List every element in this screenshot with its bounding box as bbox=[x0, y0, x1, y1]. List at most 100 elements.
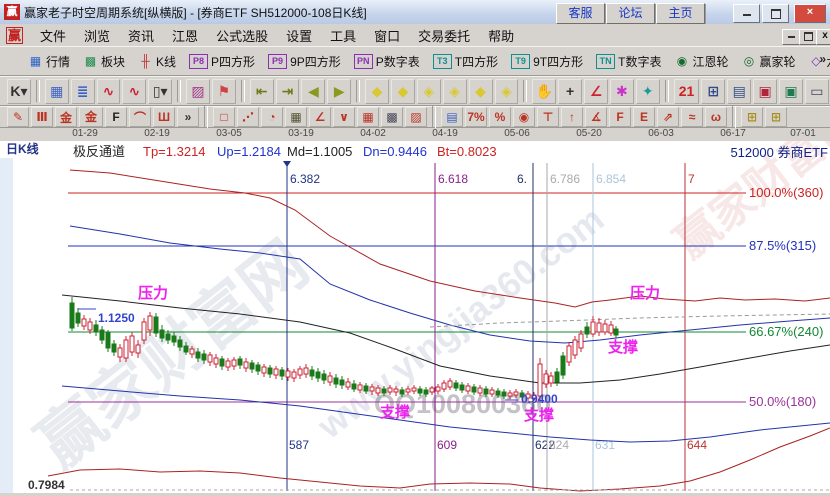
percent-seven-tool[interactable]: 7% bbox=[465, 107, 487, 127]
gold-circle-tool[interactable]: ◉ bbox=[513, 107, 535, 127]
crosshatch-tool[interactable]: ▦ bbox=[285, 107, 307, 127]
gold-bar-tool[interactable]: ⊤ bbox=[537, 107, 559, 127]
wave-tool[interactable]: ω bbox=[705, 107, 727, 127]
pattern-tool-icon[interactable]: ▨ bbox=[186, 79, 210, 104]
menu-tools[interactable]: 工具 bbox=[321, 24, 365, 47]
save-chart-icon[interactable]: ▣ bbox=[779, 79, 803, 104]
golden-section-tool[interactable]: 金 bbox=[55, 107, 77, 127]
child-minimize-button[interactable] bbox=[782, 29, 800, 45]
menu-gann[interactable]: 江恩 bbox=[163, 24, 207, 47]
next-bar-button[interactable]: ▶ bbox=[327, 79, 351, 104]
measure-tool[interactable]: ∠ bbox=[584, 79, 608, 104]
candle-body bbox=[609, 325, 613, 333]
parallel-lines-tool[interactable]: Ⅲ bbox=[31, 107, 53, 127]
t-number-table-button[interactable]: TNT数字表 bbox=[594, 52, 663, 71]
market-quotes-button[interactable]: ▦行情 bbox=[26, 52, 72, 71]
minimize-button[interactable] bbox=[733, 4, 760, 23]
gold-e-tool[interactable]: E bbox=[633, 107, 655, 127]
p-square-button[interactable]: P8P四方形 bbox=[187, 52, 257, 71]
intraday-chart-icon[interactable]: ∿ bbox=[97, 79, 121, 104]
hexagon-button-label: 六角形 bbox=[827, 53, 830, 70]
more-draw-tools-button[interactable]: » bbox=[177, 107, 199, 127]
fib-f-tool[interactable]: F bbox=[609, 107, 631, 127]
ray-fan-tool[interactable]: ⋰ bbox=[237, 107, 259, 127]
sector-tool[interactable]: ◔ bbox=[261, 107, 283, 127]
close-button[interactable]: × bbox=[794, 4, 826, 23]
yellow-grid-tool[interactable]: ⊞ bbox=[741, 107, 763, 127]
time-lines-tool[interactable]: Ш bbox=[153, 107, 175, 127]
zoom-diamond-1[interactable]: ◆ bbox=[365, 79, 389, 104]
kline-period-dropdown[interactable]: K▾ bbox=[7, 79, 31, 104]
child-restore-button[interactable] bbox=[799, 29, 817, 45]
golden-grid-tool[interactable]: 金 bbox=[79, 107, 103, 127]
p-number-table-button[interactable]: PNP数字表 bbox=[352, 52, 422, 71]
yellow-grid2-tool[interactable]: ⊞ bbox=[765, 107, 787, 127]
kline-button[interactable]: ╫K线 bbox=[136, 52, 178, 71]
menu-info[interactable]: 资讯 bbox=[119, 24, 163, 47]
restore-button[interactable] bbox=[762, 4, 789, 23]
arrow-candle-tool[interactable]: ↑ bbox=[561, 107, 583, 127]
v-line-tool[interactable]: ∨ bbox=[333, 107, 355, 127]
nine-t-square-button[interactable]: T99T四方形 bbox=[509, 52, 585, 71]
calculator-icon[interactable]: ⊞ bbox=[701, 79, 725, 104]
child-close-button[interactable]: x bbox=[816, 29, 830, 45]
angle-line-tool[interactable]: ∠ bbox=[309, 107, 331, 127]
menu-browse[interactable]: 浏览 bbox=[75, 24, 119, 47]
nine-p-square-button[interactable]: P99P四方形 bbox=[266, 52, 343, 71]
menu-trade[interactable]: 交易委托 bbox=[409, 24, 479, 47]
prev-bar-button[interactable]: ◀ bbox=[301, 79, 325, 104]
menu-help[interactable]: 帮助 bbox=[479, 24, 523, 47]
menu-file[interactable]: 文件 bbox=[31, 24, 75, 47]
crosshair-tool[interactable]: + bbox=[558, 79, 582, 104]
hand-tool[interactable]: ✋ bbox=[532, 79, 556, 104]
rect-tool[interactable]: □ bbox=[213, 107, 235, 127]
candle-body bbox=[328, 376, 332, 382]
hatch-tool[interactable]: ▨ bbox=[405, 107, 427, 127]
candle-body bbox=[142, 322, 146, 340]
zoom-diamond-5[interactable]: ◆ bbox=[469, 79, 493, 104]
arc-tool[interactable]: ⌒ bbox=[129, 107, 151, 127]
menu-formula-stockpick[interactable]: 公式选股 bbox=[207, 24, 277, 47]
service-button[interactable]: 客服 bbox=[556, 3, 605, 24]
notebook-icon[interactable]: ▤ bbox=[727, 79, 751, 104]
advance-tool[interactable]: ⇗ bbox=[657, 107, 679, 127]
gann-wheel-button[interactable]: ◉江恩轮 bbox=[672, 52, 730, 71]
smart-analysis-icon[interactable]: ✦ bbox=[636, 79, 660, 104]
candle-body bbox=[376, 388, 380, 393]
toolbar-overflow-button[interactable]: » bbox=[819, 52, 826, 66]
zoom-diamond-3[interactable]: ◈ bbox=[417, 79, 441, 104]
sector-board-button[interactable]: ▩板块 bbox=[81, 52, 127, 71]
percent-tool[interactable]: % bbox=[489, 107, 511, 127]
hexagon-button[interactable]: ◇六角形 bbox=[807, 52, 830, 71]
cycle-tool[interactable]: ✱ bbox=[610, 79, 634, 104]
candle-style-dropdown[interactable]: ▯▾ bbox=[148, 79, 172, 104]
pen-tool[interactable]: ✎ bbox=[7, 107, 29, 127]
printer-icon[interactable]: ▭ bbox=[805, 79, 829, 104]
calendar-icon[interactable]: 21 bbox=[674, 79, 700, 104]
volume-chart-icon[interactable]: ∿ bbox=[122, 79, 146, 104]
angle-a-tool[interactable]: ∡ bbox=[585, 107, 607, 127]
data-list-icon[interactable]: ▤ bbox=[441, 107, 463, 127]
zoom-diamond-6[interactable]: ◈ bbox=[495, 79, 519, 104]
fibonacci-tool[interactable]: F bbox=[105, 107, 127, 127]
winner-wheel-button[interactable]: ◎赢家轮 bbox=[739, 52, 797, 71]
candle-body bbox=[370, 387, 374, 391]
dark-grid-tool[interactable]: ▩ bbox=[381, 107, 403, 127]
t-square-button[interactable]: T3T四方形 bbox=[431, 52, 500, 71]
dense-grid-tool[interactable]: ▦ bbox=[357, 107, 379, 127]
forum-button[interactable]: 论坛 bbox=[606, 3, 655, 24]
chart-window-icon[interactable]: ▦ bbox=[45, 79, 69, 104]
zoom-diamond-4[interactable]: ◈ bbox=[443, 79, 467, 104]
zoom-diamond-2[interactable]: ◆ bbox=[391, 79, 415, 104]
signal-flag-icon[interactable]: ⚑ bbox=[212, 79, 236, 104]
left-gutter bbox=[0, 158, 13, 493]
menu-window[interactable]: 窗口 bbox=[365, 24, 409, 47]
channel-tool[interactable]: ≈ bbox=[681, 107, 703, 127]
indicator-header-item: Bt=0.8023 bbox=[437, 144, 497, 159]
homepage-button[interactable]: 主页 bbox=[656, 3, 705, 24]
last-page-button[interactable]: ⇥ bbox=[276, 79, 300, 104]
first-page-button[interactable]: ⇤ bbox=[250, 79, 274, 104]
save-icon[interactable]: ▣ bbox=[753, 79, 777, 104]
f10-report-icon[interactable]: ≣ bbox=[71, 79, 95, 104]
menu-settings[interactable]: 设置 bbox=[277, 24, 321, 47]
